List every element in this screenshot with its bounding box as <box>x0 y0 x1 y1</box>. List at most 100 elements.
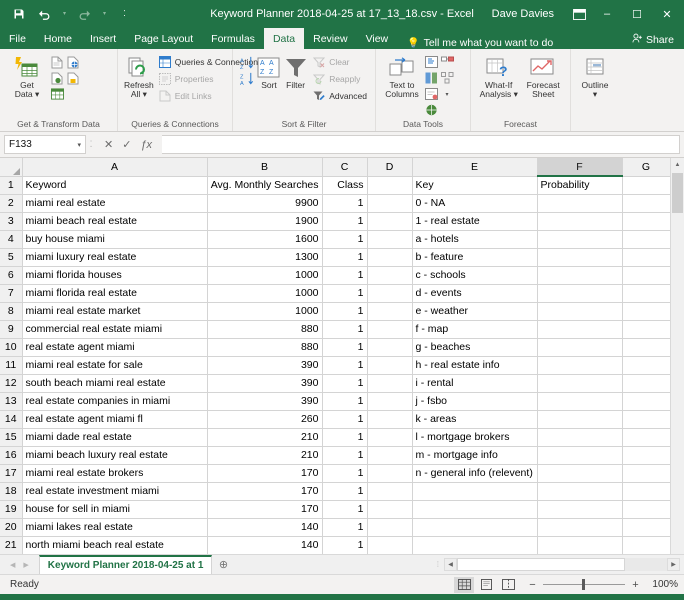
select-all-corner[interactable] <box>0 158 23 177</box>
table-row[interactable]: 4 buy house miami 1600 1 a - hotels <box>0 230 670 249</box>
refresh-all-button[interactable]: Refresh All ▾ <box>124 53 154 100</box>
horizontal-scroll-track[interactable] <box>457 558 667 571</box>
flash-fill-icon[interactable] <box>424 55 438 69</box>
cell-G7[interactable] <box>622 284 670 303</box>
vertical-scroll-thumb[interactable] <box>672 173 683 213</box>
from-text-csv-icon[interactable] <box>50 55 64 69</box>
tab-file[interactable]: File <box>0 28 35 49</box>
sheet-nav-prev-icon[interactable]: ◀ <box>10 561 15 569</box>
cell-E13[interactable]: j - fsbo <box>412 392 538 411</box>
maximize-button[interactable]: ☐ <box>622 0 652 28</box>
customize-qat-icon[interactable]: ⁚ <box>116 6 133 23</box>
table-row[interactable]: 14 real estate agent miami fl 260 1 k - area… <box>0 410 670 429</box>
row-header[interactable]: 16 <box>0 446 23 465</box>
cell-F9[interactable] <box>537 320 623 339</box>
cell-D11[interactable] <box>367 356 413 375</box>
cell-E5[interactable]: b - feature <box>412 248 538 267</box>
cell-C7[interactable]: 1 <box>322 284 368 303</box>
get-data-button[interactable]: Get Data ▾ <box>6 53 48 100</box>
horizontal-scroll-thumb[interactable] <box>457 558 625 571</box>
cell-G11[interactable] <box>622 356 670 375</box>
reapply-filter-button[interactable]: Reapply <box>310 71 369 87</box>
cell-A20[interactable]: miami lakes real estate <box>22 518 208 537</box>
tab-view[interactable]: View <box>357 28 398 49</box>
table-row[interactable]: 16 miami beach luxury real estate 210 1 m - … <box>0 446 670 465</box>
cell-D7[interactable] <box>367 284 413 303</box>
cell-D3[interactable] <box>367 212 413 231</box>
cell-A15[interactable]: miami dade real estate <box>22 428 208 447</box>
cell-C19[interactable]: 1 <box>322 500 368 519</box>
zoom-slider-thumb[interactable] <box>582 579 585 590</box>
cell-F20[interactable] <box>537 518 623 537</box>
cell-E7[interactable]: d - events <box>412 284 538 303</box>
row-header[interactable]: 7 <box>0 284 23 303</box>
column-header-e[interactable]: E <box>412 158 538 177</box>
cell-D18[interactable] <box>367 482 413 501</box>
row-header[interactable]: 13 <box>0 392 23 411</box>
cell-G19[interactable] <box>622 500 670 519</box>
cell-D17[interactable] <box>367 464 413 483</box>
cell-A10[interactable]: real estate agent miami <box>22 338 208 357</box>
cell-E20[interactable] <box>412 518 538 537</box>
add-sheet-button[interactable]: ⊕ <box>212 555 234 574</box>
row-header[interactable]: 10 <box>0 338 23 357</box>
cell-D2[interactable] <box>367 194 413 213</box>
column-header-g[interactable]: G <box>622 158 670 177</box>
cell-G5[interactable] <box>622 248 670 267</box>
cell-A1[interactable]: Keyword <box>22 176 208 195</box>
cell-A4[interactable]: buy house miami <box>22 230 208 249</box>
user-account-name[interactable]: Dave Davies <box>492 8 554 20</box>
table-row[interactable]: 9 commercial real estate miami 880 1 f - map <box>0 320 670 339</box>
cell-B4[interactable]: 1600 <box>207 230 323 249</box>
cell-F11[interactable] <box>537 356 623 375</box>
filter-button[interactable]: Filter <box>283 53 308 91</box>
cell-D21[interactable] <box>367 536 413 554</box>
cell-D4[interactable] <box>367 230 413 249</box>
cell-G12[interactable] <box>622 374 670 393</box>
normal-view-icon[interactable] <box>454 576 474 593</box>
cell-F1[interactable]: Probability <box>537 176 623 195</box>
cell-D6[interactable] <box>367 266 413 285</box>
row-header[interactable]: 17 <box>0 464 23 483</box>
close-button[interactable]: ✕ <box>652 0 682 28</box>
cell-G9[interactable] <box>622 320 670 339</box>
ribbon-display-options-icon[interactable] <box>566 0 592 28</box>
row-header[interactable]: 15 <box>0 428 23 447</box>
cell-F10[interactable] <box>537 338 623 357</box>
cell-A3[interactable]: miami beach real estate <box>22 212 208 231</box>
cell-F18[interactable] <box>537 482 623 501</box>
cell-B2[interactable]: 9900 <box>207 194 323 213</box>
zoom-slider[interactable] <box>543 579 625 590</box>
zoom-out-button[interactable]: − <box>528 579 537 591</box>
cell-D10[interactable] <box>367 338 413 357</box>
cell-F3[interactable] <box>537 212 623 231</box>
sort-button[interactable]: A A Z Z Sort <box>257 53 281 91</box>
tab-home[interactable]: Home <box>35 28 81 49</box>
cell-G2[interactable] <box>622 194 670 213</box>
cell-B7[interactable]: 1000 <box>207 284 323 303</box>
cell-A9[interactable]: commercial real estate miami <box>22 320 208 339</box>
cell-A21[interactable]: north miami beach real estate <box>22 536 208 554</box>
cell-B3[interactable]: 1900 <box>207 212 323 231</box>
cell-B13[interactable]: 390 <box>207 392 323 411</box>
cell-A12[interactable]: south beach miami real estate <box>22 374 208 393</box>
cell-G10[interactable] <box>622 338 670 357</box>
column-header-c[interactable]: C <box>322 158 368 177</box>
cell-F4[interactable] <box>537 230 623 249</box>
row-header[interactable]: 9 <box>0 320 23 339</box>
cell-G8[interactable] <box>622 302 670 321</box>
name-box[interactable]: F133 ▾ <box>4 135 86 154</box>
table-row[interactable]: 21 north miami beach real estate 140 1 <box>0 536 670 554</box>
cell-A13[interactable]: real estate companies in miami <box>22 392 208 411</box>
cell-F13[interactable] <box>537 392 623 411</box>
tab-review[interactable]: Review <box>304 28 356 49</box>
cell-F12[interactable] <box>537 374 623 393</box>
tab-formulas[interactable]: Formulas <box>202 28 264 49</box>
column-header-a[interactable]: A <box>22 158 208 177</box>
table-row[interactable]: 20 miami lakes real estate 140 1 <box>0 518 670 537</box>
cell-D8[interactable] <box>367 302 413 321</box>
table-row[interactable]: 18 real estate investment miami 170 1 <box>0 482 670 501</box>
table-row[interactable]: 17 miami real estate brokers 170 1 n - gener… <box>0 464 670 483</box>
redo-dropdown-icon[interactable]: ▾ <box>102 6 107 23</box>
existing-connections-icon[interactable] <box>50 87 64 101</box>
